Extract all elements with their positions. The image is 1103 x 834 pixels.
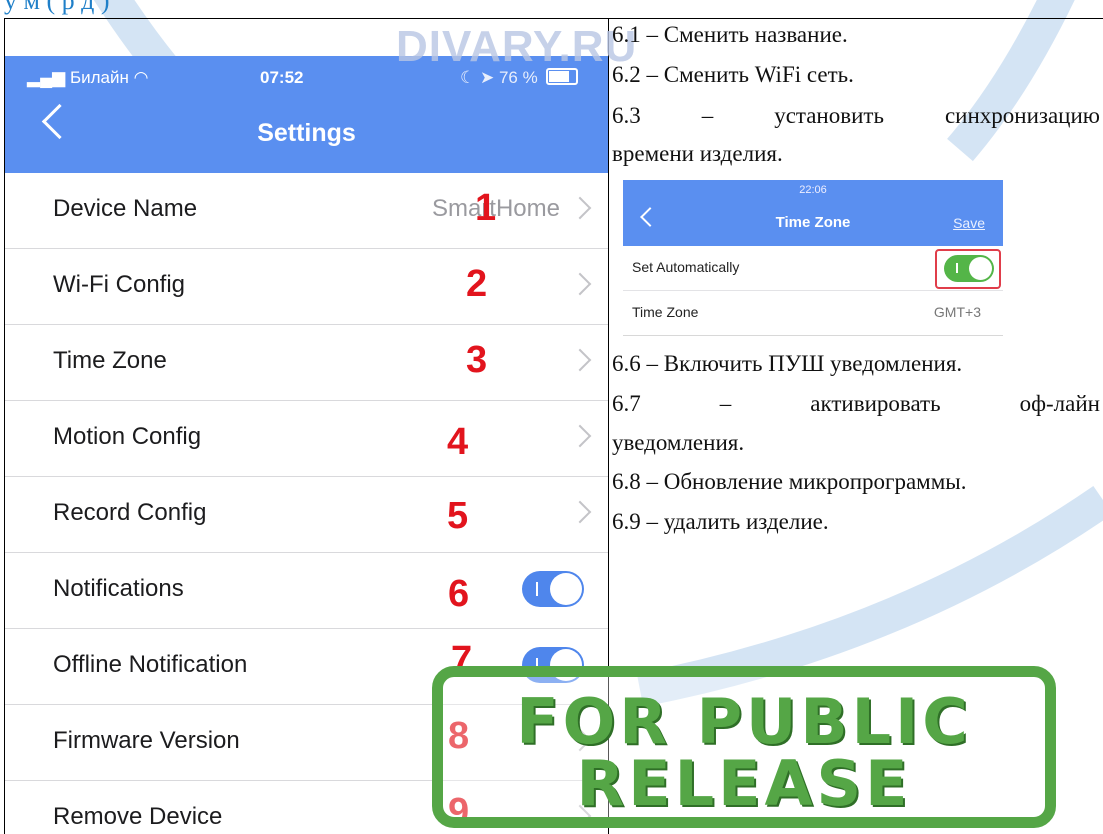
doc-word: оф-лайн [1019, 391, 1100, 416]
row-label: Offline Notification [53, 651, 248, 678]
navigation-bar: ▂▄▆ Билайн ◠ 07:52 ☾ ➤ 76 % Settings [5, 56, 608, 173]
settings-row-wifi-config[interactable]: Wi-Fi Config 2 [5, 249, 608, 325]
page-title: Settings [257, 119, 356, 147]
status-carrier: ▂▄▆ Билайн ◠ [27, 68, 148, 88]
tz-navigation-bar: 22:06 Time Zone Save [623, 180, 1003, 246]
settings-row-notifications: Notifications 6 [5, 553, 608, 629]
doc-line: 6.9 – удалить изделие. [612, 509, 829, 534]
doc-word: – [701, 103, 714, 128]
chevron-right-icon [568, 272, 592, 296]
doc-line: 6.8 – Обновление микропрограммы. [612, 469, 967, 494]
stamp-line: FOR PUBLIC [516, 685, 972, 758]
save-button[interactable]: Save [953, 215, 985, 231]
chevron-right-icon [568, 348, 592, 372]
tz-row-label: Time Zone [632, 304, 699, 320]
doc-line-justified: 6.7 – активировать оф-лайн [612, 391, 1100, 417]
top-fragment-text: у м ( р д ) [4, 0, 110, 15]
settings-row-motion-config[interactable]: Motion Config 4 [5, 401, 608, 477]
settings-row-time-zone[interactable]: Time Zone 3 [5, 325, 608, 401]
toggle-knob [550, 573, 582, 605]
doc-line: 6.6 – Включить ПУШ уведомления. [612, 351, 963, 376]
wifi-icon: ◠ [133, 68, 149, 87]
settings-row-device-name[interactable]: Device Name SmartHome 1 [5, 173, 608, 249]
set-automatically-toggle[interactable] [944, 255, 994, 282]
annotation-number: 2 [466, 263, 488, 305]
table-border-top [609, 18, 1103, 19]
annotation-number: 1 [475, 187, 497, 229]
signal-icon: ▂▄▆ [27, 68, 66, 87]
row-label: Wi-Fi Config [53, 271, 186, 298]
time-zone-screenshot: 22:06 Time Zone Save Set Automatically T… [623, 180, 1003, 336]
watermark-text: DIVARY.RU [396, 22, 638, 71]
doc-word: синхронизацию [944, 103, 1100, 128]
stamp-line: RELEASE [576, 747, 912, 820]
doc-line: 6.2 – Сменить WiFi сеть. [612, 62, 854, 87]
page-top-fragment: у м ( р д ) [0, 0, 1103, 18]
tz-row-set-automatically: Set Automatically [623, 246, 1003, 291]
status-time: 07:52 [260, 68, 304, 87]
row-label: Remove Device [53, 803, 223, 830]
row-label: Time Zone [53, 347, 167, 374]
settings-row-record-config[interactable]: Record Config 5 [5, 477, 608, 553]
doc-word: установить [774, 103, 884, 128]
chevron-right-icon [568, 196, 592, 220]
row-label: Record Config [53, 499, 207, 526]
carrier-label: Билайн [69, 68, 129, 87]
annotation-number: 5 [447, 495, 469, 537]
annotation-number: 4 [447, 421, 469, 463]
chevron-right-icon [568, 500, 592, 524]
doc-word: активировать [810, 391, 941, 416]
doc-line: уведомления. [612, 430, 745, 455]
notifications-toggle[interactable] [522, 571, 584, 607]
doc-word: 6.7 [612, 391, 641, 416]
doc-line-justified: 6.3 – установить синхронизацию [612, 103, 1100, 129]
annotation-number: 3 [466, 339, 488, 381]
doc-line: 6.1 – Сменить название. [612, 22, 848, 47]
tz-row-time-zone[interactable]: Time Zone GMT+3 [623, 291, 1003, 335]
for-public-release-stamp: FOR PUBLIC RELEASE [432, 666, 1056, 828]
row-label: Notifications [53, 575, 184, 602]
tz-row-value: GMT+3 [933, 304, 981, 320]
row-label: Firmware Version [53, 727, 240, 754]
annotation-number: 6 [448, 573, 470, 615]
row-label: Device Name [53, 195, 198, 222]
chevron-right-icon [568, 424, 592, 448]
tz-title: Time Zone [775, 214, 851, 231]
row-label: Motion Config [53, 423, 202, 450]
doc-line: времени изделия. [612, 141, 783, 166]
doc-word: – [719, 391, 732, 416]
tz-row-label: Set Automatically [632, 259, 740, 275]
toggle-knob [969, 257, 992, 280]
tz-status-time: 22:06 [799, 184, 827, 196]
doc-word: 6.3 [612, 103, 641, 128]
